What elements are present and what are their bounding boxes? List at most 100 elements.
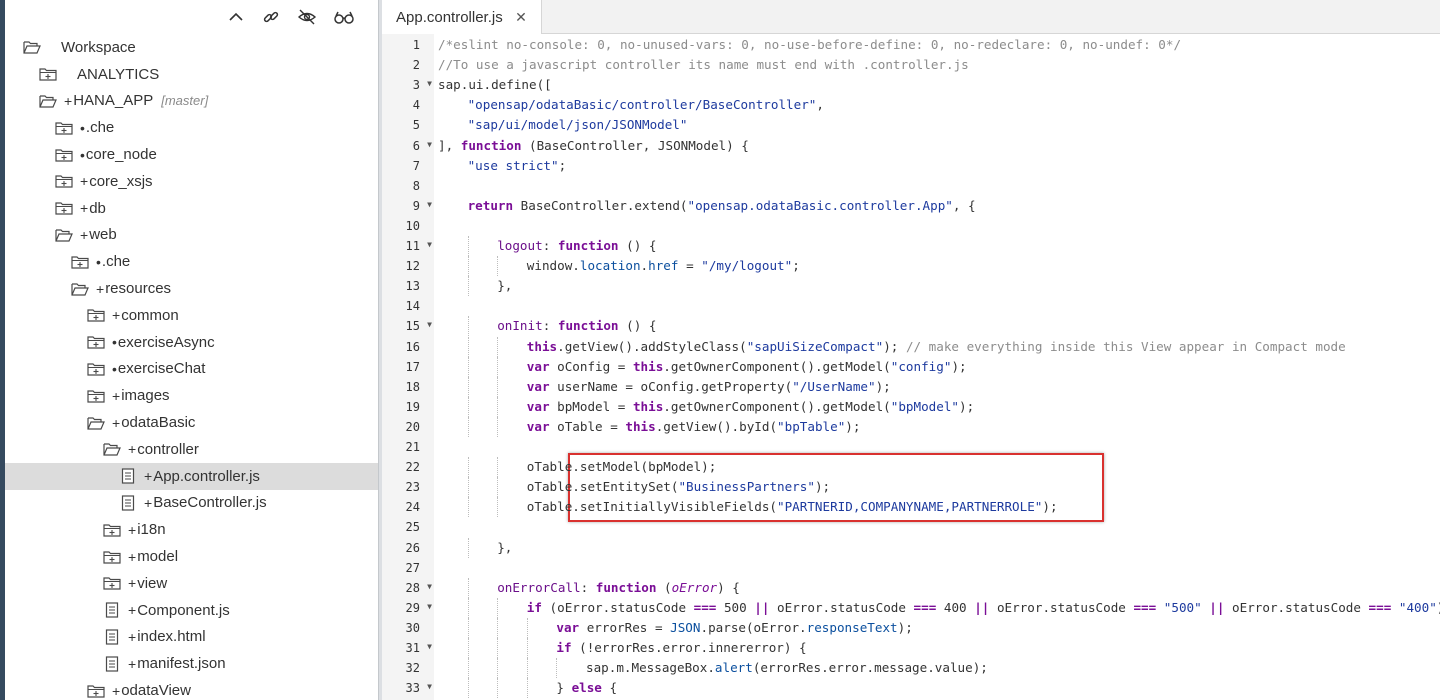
line-number-text: 14 (405, 299, 420, 314)
tab-label: App.controller.js (396, 8, 503, 26)
code-token: window. (526, 258, 580, 274)
code-token: sap.ui.define([ (438, 77, 552, 93)
folder-closed-icon (38, 65, 58, 83)
tree-folder-item[interactable]: + model (5, 543, 378, 570)
folder-closed-icon (54, 199, 74, 217)
line-number: 16 (382, 337, 434, 357)
tree-item-label: db (89, 199, 106, 217)
line-number: 28 ▼ (382, 578, 434, 598)
code-token: || (1209, 599, 1225, 615)
tree-folder-item[interactable]: • exerciseChat (5, 356, 378, 383)
tree-folder-item[interactable]: + web (5, 222, 378, 249)
git-status-marker: • (80, 146, 85, 163)
code-token: var (526, 398, 550, 414)
fold-toggle-icon[interactable]: ▼ (427, 582, 432, 591)
folder-open-icon (54, 226, 74, 244)
link-with-editor-icon[interactable] (259, 6, 283, 28)
git-status-marker: + (128, 575, 137, 592)
tree-folder-item[interactable]: • .che (5, 114, 378, 141)
tree-item-label: odataBasic (121, 414, 196, 432)
folder-open-icon (70, 280, 90, 298)
tree-folder-item[interactable]: + i18n (5, 516, 378, 543)
code-token: 500 (716, 599, 755, 615)
tree-folder-item[interactable]: Workspace (5, 34, 378, 61)
code-token: "bpTable" (777, 418, 846, 434)
indent-guide (497, 477, 499, 498)
code-token: : (542, 238, 558, 253)
tree-folder-item[interactable]: ANALYTICS (5, 61, 378, 88)
code-token: oError.statusCode (769, 599, 914, 615)
tree-folder-item[interactable]: + db (5, 195, 378, 222)
fold-toggle-icon[interactable]: ▼ (427, 682, 432, 691)
tree-folder-item[interactable]: + odataView (5, 677, 378, 700)
tree-folder-item[interactable]: + images (5, 382, 378, 409)
code-line: this.getView().addStyleClass("sapUiSizeC… (527, 337, 1346, 357)
code-token: .getOwnerComponent().getModel( (663, 398, 891, 414)
code-line: oTable.setEntitySet("BusinessPartners"); (527, 477, 830, 497)
indent-guide (497, 256, 499, 277)
line-number: 4 (382, 95, 434, 115)
code-line: //To use a javascript controller its nam… (438, 55, 969, 75)
tree-folder-item[interactable]: • core_node (5, 141, 378, 168)
indent-guide (467, 236, 469, 257)
folder-closed-icon (102, 548, 122, 566)
tree-folder-item[interactable]: • exerciseAsync (5, 329, 378, 356)
code-token: ); (814, 479, 831, 495)
tree-file-item[interactable]: + index.html (5, 624, 378, 651)
indent-guide (467, 256, 469, 277)
indent-guide (467, 658, 469, 679)
fold-toggle-icon[interactable]: ▼ (427, 140, 432, 149)
fold-toggle-icon[interactable]: ▼ (427, 200, 432, 209)
tree-folder-item[interactable]: + view (5, 570, 378, 597)
code-token: ); (1042, 499, 1058, 515)
tree-folder-item[interactable]: + core_xsjs (5, 168, 378, 195)
code-token: else (571, 680, 602, 696)
tree-folder-item[interactable]: • .che (5, 248, 378, 275)
code-token: //To use a javascript controller its nam… (438, 57, 969, 73)
fold-toggle-icon[interactable]: ▼ (427, 320, 432, 329)
tree-file-item[interactable]: + manifest.json (5, 650, 378, 677)
indent-guide (467, 316, 469, 337)
tree-file-item[interactable]: + BaseController.js (5, 490, 378, 517)
code-token: "opensap/odataBasic/controller/BaseContr… (467, 97, 817, 113)
line-number: 21 (382, 437, 434, 457)
code-token: ); (897, 619, 913, 635)
collapse-all-icon[interactable] (224, 6, 248, 28)
tree-folder-item[interactable]: + odataBasic (5, 409, 378, 436)
fold-toggle-icon[interactable]: ▼ (427, 240, 432, 249)
code-line: if (oError.statusCode === 500 || oError.… (527, 598, 1440, 618)
hide-hidden-files-icon[interactable] (295, 6, 319, 28)
code-token: (BaseController, JSONModel) { (521, 137, 749, 153)
fold-toggle-icon[interactable]: ▼ (427, 79, 432, 88)
tree-file-item[interactable]: + App.controller.js (5, 462, 378, 490)
code-token: === (693, 599, 717, 615)
code-line: var oTable = this.getView().byId("bpTabl… (527, 417, 861, 437)
fold-toggle-icon[interactable]: ▼ (427, 642, 432, 651)
code-token: === (1368, 599, 1392, 615)
code-token: var (526, 418, 550, 434)
line-number-text: 28 (405, 580, 420, 595)
tree-folder-item[interactable]: + common (5, 302, 378, 329)
tree-item-label: App.controller.js (153, 467, 260, 485)
close-icon[interactable]: ✕ (511, 9, 531, 26)
tree-item-label: resources (105, 280, 172, 298)
tree-folder-item[interactable]: + resources (5, 275, 378, 302)
fold-toggle-icon[interactable]: ▼ (427, 602, 432, 611)
glasses-icon[interactable] (332, 6, 356, 28)
git-status-marker: + (112, 307, 121, 324)
git-status-marker: + (64, 92, 73, 109)
code-line: }, (497, 276, 512, 296)
code-line: onErrorCall: function (oError) { (497, 578, 740, 598)
tab-app-controller[interactable]: App.controller.js ✕ (382, 0, 542, 34)
folder-open-icon (86, 414, 106, 432)
git-status-marker: + (128, 548, 137, 565)
tree-item-label: odataView (121, 682, 191, 700)
tree-item-label: model (137, 548, 179, 566)
tree-file-item[interactable]: + Component.js (5, 597, 378, 624)
tree-folder-item[interactable]: + controller (5, 436, 378, 463)
tree-folder-item[interactable]: + HANA_APP [master] (5, 88, 378, 115)
code-text-area[interactable]: /*eslint no-console: 0, no-unused-vars: … (434, 34, 1440, 700)
folder-closed-icon (54, 146, 74, 164)
